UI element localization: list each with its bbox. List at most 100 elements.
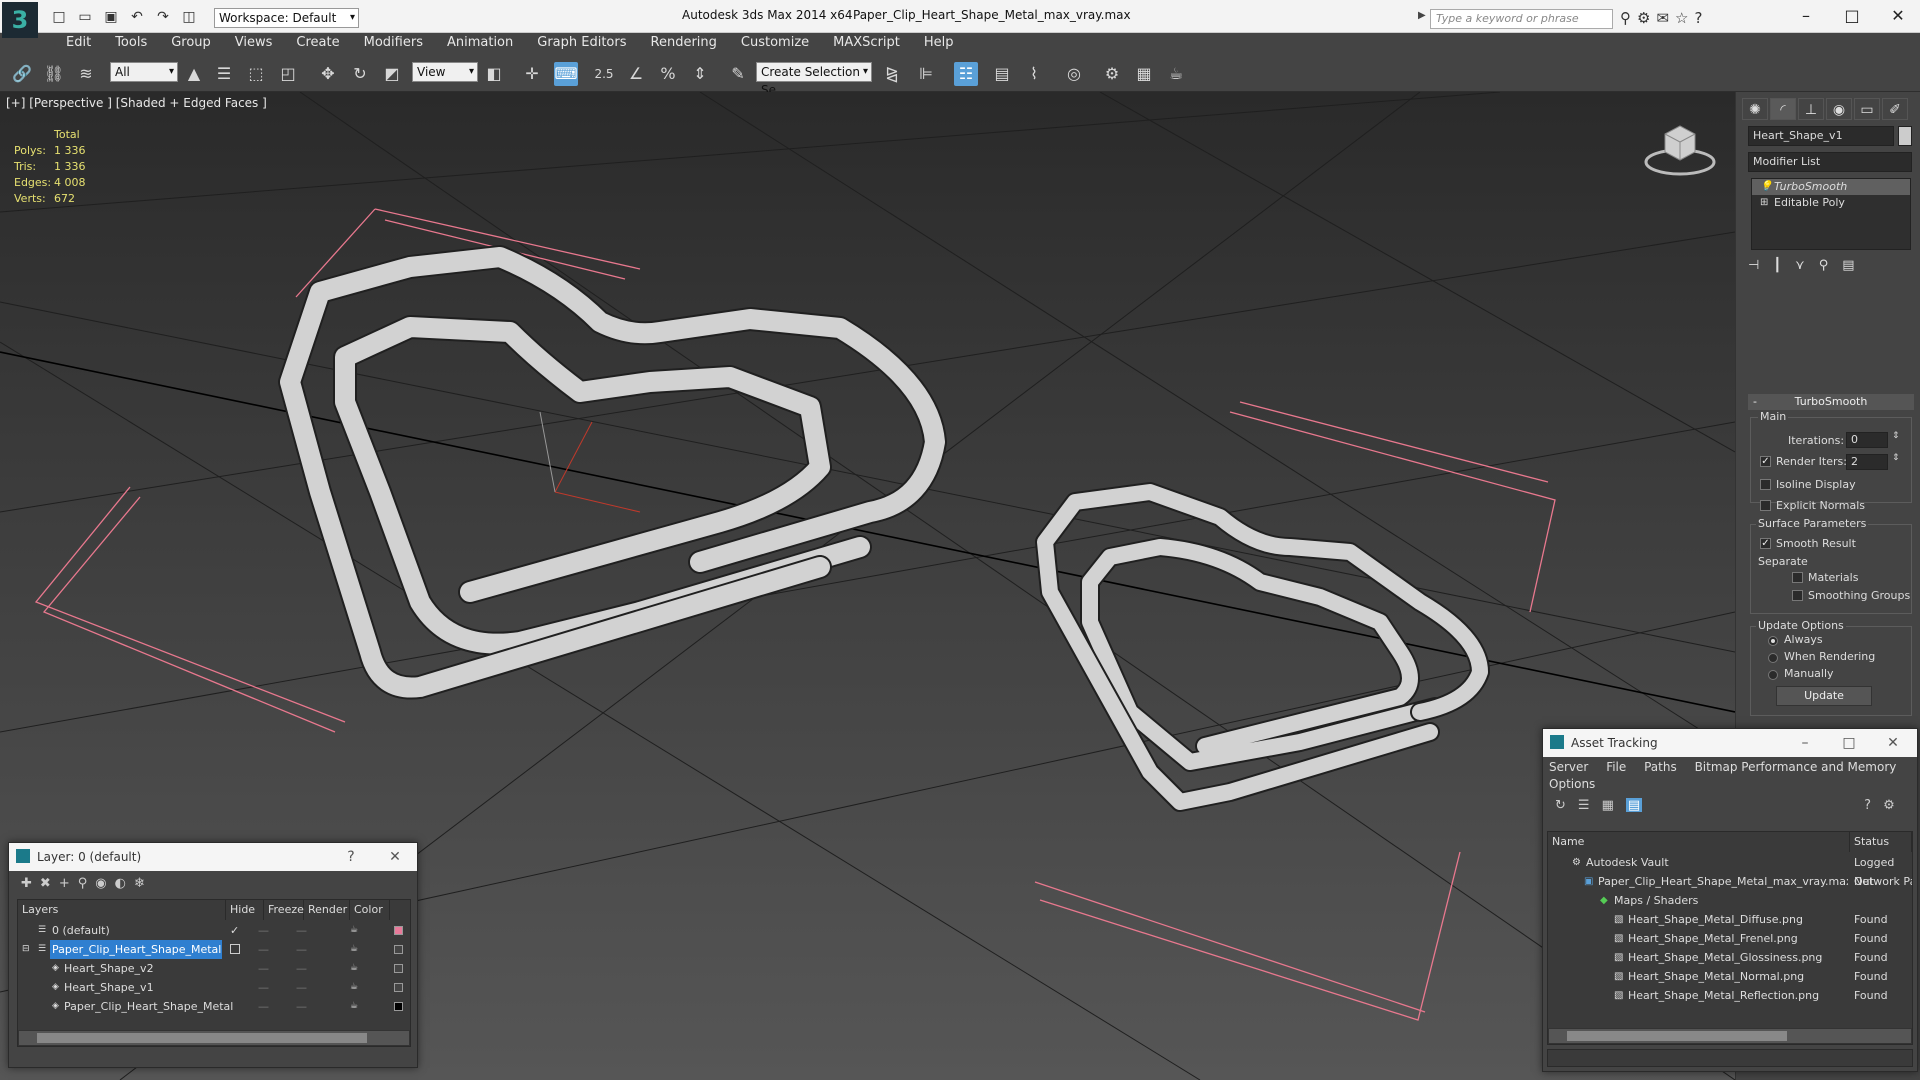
mirror-icon[interactable]: ⧎ (880, 62, 904, 86)
menu-edit[interactable]: Edit (54, 33, 103, 54)
col-color[interactable]: Color (350, 900, 390, 920)
freeze-toggle-icon[interactable]: — (296, 997, 307, 1016)
minimize-button[interactable]: – (1786, 4, 1826, 28)
scale-icon[interactable]: ◩ (380, 62, 404, 86)
asset-close-button[interactable]: ✕ (1871, 729, 1915, 757)
hide-toggle-icon[interactable]: — (258, 921, 269, 940)
col-name[interactable]: Name (1548, 832, 1850, 852)
list-view-icon[interactable]: ☰ (1578, 798, 1590, 813)
render-iters-spinner-icon[interactable]: ⇕ (1892, 453, 1900, 463)
asset-menu-options[interactable]: Options (1549, 777, 1595, 791)
select-manipulate-icon[interactable]: ✛ (520, 62, 544, 86)
asset-help-icon[interactable]: ? (1864, 798, 1871, 813)
layer-row[interactable]: ⊟ ☰ Paper_Clip_Heart_Shape_Metal — — ☕ (18, 940, 410, 959)
layer-color-swatch[interactable] (394, 926, 403, 935)
lightbulb-icon[interactable]: 💡 (1760, 179, 1772, 195)
when-rendering-radio[interactable] (1768, 653, 1778, 663)
asset-row[interactable]: ▧ Heart_Shape_Metal_Reflection.png Found (1548, 986, 1912, 1005)
iterations-input[interactable]: 0 (1846, 432, 1888, 448)
move-icon[interactable]: ✥ (316, 62, 340, 86)
render-iters-input[interactable]: 2 (1846, 454, 1888, 470)
utilities-tab-icon[interactable]: ✐ (1882, 98, 1908, 120)
favorites-star-icon[interactable]: ☆ (1675, 9, 1688, 27)
angle-snap-icon[interactable]: ∠ (624, 62, 648, 86)
undo-icon[interactable]: ↶ (126, 6, 148, 26)
asset-menu-server[interactable]: Server (1549, 760, 1588, 774)
layer-manager-icon[interactable]: ☷ (954, 62, 978, 86)
set-current-box[interactable] (230, 944, 240, 954)
select-link-icon[interactable]: 🔗 (10, 62, 34, 86)
asset-row[interactable]: ▧ Heart_Shape_Metal_Diffuse.png Found (1548, 910, 1912, 929)
col-layers[interactable]: Layers (18, 900, 226, 920)
asset-row[interactable]: ▧ Heart_Shape_Metal_Frenel.png Found (1548, 929, 1912, 948)
table-view-icon[interactable]: ▤ (1625, 798, 1643, 813)
menu-help[interactable]: Help (912, 33, 966, 54)
keyboard-shortcut-icon[interactable]: ⌨ (554, 62, 578, 86)
binoculars-icon[interactable]: ⚲ (1620, 9, 1631, 27)
smoothing-groups-checkbox[interactable] (1792, 590, 1803, 601)
material-editor-icon[interactable]: ◎ (1062, 62, 1086, 86)
object-name-field[interactable]: Heart_Shape_v1 (1748, 126, 1894, 146)
hierarchy-tab-icon[interactable]: ⊥ (1798, 98, 1824, 120)
highlight-selected-icon[interactable]: ◉ (95, 876, 106, 891)
create-tab-icon[interactable]: ✺ (1742, 98, 1768, 120)
layer-color-swatch[interactable] (394, 1002, 403, 1011)
asset-menu-file[interactable]: File (1606, 760, 1626, 774)
render-iters-checkbox[interactable]: ✓ (1760, 456, 1771, 467)
selection-filter-dropdown[interactable]: All (110, 62, 178, 82)
menu-tools[interactable]: Tools (103, 33, 159, 54)
asset-scroll-thumb[interactable] (1567, 1031, 1787, 1041)
asset-row[interactable]: ▧ Heart_Shape_Metal_Glossiness.png Found (1548, 948, 1912, 967)
create-layer-icon[interactable]: ✚ (21, 876, 32, 891)
menu-rendering[interactable]: Rendering (639, 33, 729, 54)
stack-item-turbosmooth[interactable]: 💡 TurboSmooth (1752, 179, 1910, 195)
iterations-spinner-icon[interactable]: ⇕ (1892, 431, 1900, 441)
close-button[interactable]: ✕ (1878, 4, 1918, 28)
hide-toggle-icon[interactable]: — (258, 978, 269, 997)
edit-named-sets-icon[interactable]: ✎ (726, 62, 750, 86)
motion-tab-icon[interactable]: ◉ (1826, 98, 1852, 120)
expand-plus-icon[interactable]: ⊞ (1760, 195, 1768, 211)
spinner-snap-icon[interactable]: ⇕ (688, 62, 712, 86)
object-color-swatch[interactable] (1898, 126, 1912, 146)
select-by-name-icon[interactable]: ☰ (212, 62, 236, 86)
curve-editor-icon[interactable]: ⌇ (1022, 62, 1046, 86)
hide-toggle-icon[interactable]: — (258, 940, 269, 959)
pivot-center-icon[interactable]: ◧ (482, 62, 506, 86)
search-expand-icon[interactable]: ▶ (1418, 10, 1426, 21)
refresh-icon[interactable]: ↻ (1555, 798, 1566, 813)
layer-row[interactable]: ☰ 0 (default) ✓ — — ☕ (18, 921, 410, 940)
freeze-toggle-icon[interactable]: — (296, 940, 307, 959)
layer-row[interactable]: ◈ Heart_Shape_v1 — — ☕ (18, 978, 410, 997)
bind-space-warp-icon[interactable]: ≋ (74, 62, 98, 86)
layer-color-swatch[interactable] (394, 964, 403, 973)
asset-window-titlebar[interactable]: Asset Tracking – □ ✕ (1543, 729, 1917, 757)
asset-menu-paths[interactable]: Paths (1644, 760, 1677, 774)
render-setup-icon[interactable]: ⚙ (1100, 62, 1124, 86)
named-selection-set-dropdown[interactable]: Create Selection Se (756, 62, 872, 97)
layer-row[interactable]: ◈ Paper_Clip_Heart_Shape_Metal — — ☕ (18, 997, 410, 1016)
display-tab-icon[interactable]: ▭ (1854, 98, 1880, 120)
col-render[interactable]: Render (304, 900, 350, 920)
viewport-label[interactable]: [+] [Perspective ] [Shaded + Edged Faces… (6, 96, 267, 110)
always-radio[interactable] (1768, 636, 1778, 646)
select-object-icon[interactable]: ▲ (182, 62, 206, 86)
viewcube-icon[interactable] (1644, 125, 1716, 176)
update-button[interactable]: Update (1776, 686, 1872, 706)
save-icon[interactable]: ▣ (100, 6, 122, 26)
render-teapot-icon[interactable]: ☕ (350, 978, 358, 997)
asset-row[interactable]: ▣ Paper_Clip_Heart_Shape_Metal_max_vray.m… (1548, 872, 1912, 891)
select-highlighted-icon[interactable]: ⚲ (78, 876, 88, 891)
asset-row[interactable]: ◆ Maps / Shaders (1548, 891, 1912, 910)
asset-row[interactable]: ⚙ Autodesk Vault Logged Out (1548, 853, 1912, 888)
communication-icon[interactable]: ✉ (1656, 9, 1669, 27)
render-teapot-icon[interactable]: ☕ (350, 940, 358, 959)
stack-item-editable-poly[interactable]: ⊞ Editable Poly (1752, 195, 1910, 211)
layer-color-swatch[interactable] (394, 945, 403, 954)
hide-all-icon[interactable]: ◐ (115, 876, 126, 891)
render-teapot-icon[interactable]: ☕ (350, 997, 358, 1016)
open-file-icon[interactable]: ▭ (74, 6, 96, 26)
layer-scroll-thumb[interactable] (37, 1033, 367, 1043)
layer-help-button[interactable]: ? (329, 843, 373, 871)
percent-snap-icon[interactable]: % (656, 62, 680, 86)
